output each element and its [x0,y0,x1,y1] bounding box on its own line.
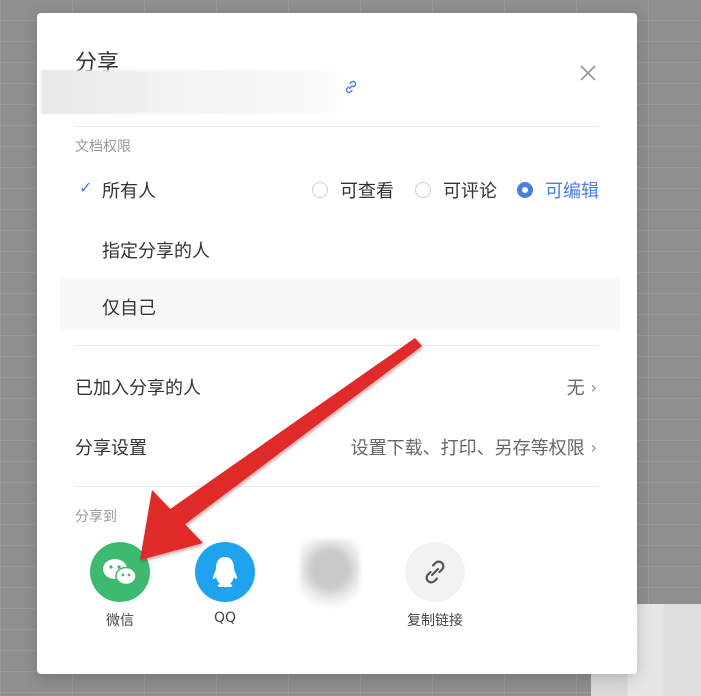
radio-edit-button[interactable] [517,182,533,198]
qq-icon[interactable] [195,542,255,602]
radio-comment-button[interactable] [415,182,431,198]
share-wechat-label: 微信 [106,613,134,629]
chevron-right-icon: › [590,377,597,397]
share-settings-value: 设置下载、打印、另存等权限 › [351,434,597,460]
share-copy-link-label: 复制链接 [407,613,463,629]
close-icon[interactable] [577,62,599,84]
chevron-right-icon: › [590,437,597,457]
permission-option-only-me[interactable]: 仅自己 [60,278,620,330]
share-wechat[interactable]: 微信 [90,542,150,630]
divider [75,126,599,127]
share-copy-link[interactable]: 复制链接 [405,542,465,630]
share-settings-description: 设置下载、打印、另存等权限 [350,438,585,459]
joined-people-value: 无 › [567,374,597,400]
link-icon[interactable] [343,79,359,95]
divider [75,345,599,346]
joined-people-label: 已加入分享的人 [75,378,201,399]
share-qq-label: QQ [213,610,237,626]
share-link-redacted [41,70,351,114]
wechat-icon[interactable] [90,542,150,602]
permission-option-label: 所有人 [102,181,156,202]
radio-view-label: 可查看 [340,181,394,202]
check-icon: ✓ [79,178,93,197]
share-qq[interactable]: QQ [195,542,255,626]
radio-comment-label: 可评论 [443,181,497,202]
radio-view[interactable]: 可查看 [312,177,394,203]
share-settings-label: 分享设置 [75,438,147,459]
radio-comment[interactable]: 可评论 [415,177,497,203]
radio-edit[interactable]: 可编辑 [517,177,599,203]
share-to-section-label: 分享到 [75,509,117,525]
copy-link-icon[interactable] [405,542,465,602]
radio-edit-label: 可编辑 [545,181,599,202]
permission-option-label: 仅自己 [102,298,156,319]
radio-view-button[interactable] [312,182,328,198]
joined-people-count: 无 [566,378,585,399]
divider [75,486,599,487]
permission-option-label: 指定分享的人 [102,241,210,262]
share-dialog: 分享 文档权限 ✓ 所有人 可查看 可评论 可编辑 指定分享的人 仅自己 已加入… [37,13,637,674]
permission-section-label: 文档权限 [75,139,131,155]
share-target-redacted[interactable] [300,539,360,629]
